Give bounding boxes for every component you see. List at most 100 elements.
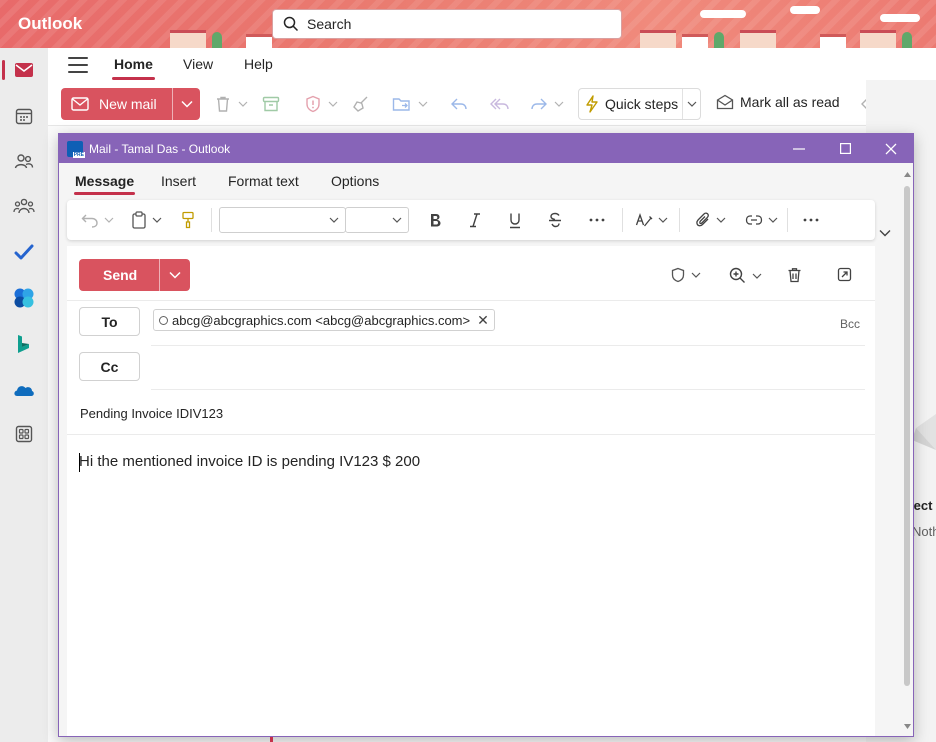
send-label: Send — [103, 267, 138, 283]
lightning-icon — [586, 95, 598, 113]
scrollbar-thumb[interactable] — [904, 186, 910, 686]
new-mail-button[interactable]: New mail — [61, 88, 200, 120]
more-apps-icon — [15, 425, 33, 443]
archive-button[interactable] — [262, 94, 280, 114]
nav-tabs: Home View Help — [48, 48, 936, 82]
undo-button[interactable] — [81, 210, 114, 230]
discard-button[interactable] — [787, 267, 802, 283]
sweep-button[interactable] — [352, 94, 370, 114]
presence-icon — [159, 315, 168, 325]
font-family-select[interactable] — [219, 207, 346, 233]
pop-out-icon — [837, 267, 852, 282]
tab-insert[interactable]: Insert — [161, 173, 196, 189]
more-format-button[interactable] — [589, 210, 605, 230]
message-body[interactable]: Hi the mentioned invoice ID is pending I… — [79, 453, 420, 470]
send-button[interactable]: Send — [79, 259, 190, 291]
to-button[interactable]: To — [79, 307, 140, 336]
underline-button[interactable] — [508, 210, 522, 230]
recipient-chip[interactable]: abcg@abcgraphics.com <abcg@abcgraphics.c… — [153, 309, 495, 331]
move-to-button[interactable] — [392, 94, 428, 114]
divider — [67, 434, 875, 435]
cc-button[interactable]: Cc — [79, 352, 140, 381]
maximize-button[interactable] — [822, 134, 868, 163]
rail-office[interactable] — [0, 276, 48, 320]
rail-groups[interactable] — [0, 184, 48, 228]
format-painter-button[interactable] — [181, 210, 195, 230]
toolbar-separator — [787, 208, 788, 232]
tab-home[interactable]: Home — [112, 56, 155, 80]
pop-out-button[interactable] — [837, 267, 852, 282]
paintbrush-icon — [182, 211, 194, 229]
editor-button[interactable] — [635, 210, 668, 230]
rail-people[interactable] — [0, 139, 48, 183]
compose-scrollbar[interactable] — [901, 168, 913, 734]
bookings-icon — [18, 335, 29, 353]
report-button[interactable] — [304, 94, 338, 114]
chevron-down-icon — [328, 101, 338, 107]
forward-icon — [531, 98, 547, 110]
mark-all-read-button[interactable]: Mark all as read — [716, 94, 840, 110]
zoom-button[interactable] — [729, 267, 762, 284]
search-box[interactable]: Search — [272, 9, 622, 39]
reply-all-button[interactable] — [490, 94, 510, 114]
rail-calendar[interactable] — [0, 94, 48, 138]
close-button[interactable] — [868, 134, 914, 163]
strikethrough-icon — [549, 212, 561, 228]
paste-button[interactable] — [131, 210, 162, 230]
house-decoration — [860, 30, 896, 48]
italic-button[interactable] — [468, 210, 482, 230]
rail-todo[interactable] — [0, 230, 48, 274]
trash-icon — [788, 268, 801, 283]
sensitivity-button[interactable] — [671, 267, 701, 283]
bcc-button[interactable]: Bcc — [840, 317, 860, 331]
quick-steps-button[interactable]: Quick steps — [578, 88, 701, 120]
reply-button[interactable] — [450, 94, 468, 114]
more-options-button[interactable] — [803, 210, 819, 230]
shield-icon — [671, 267, 685, 283]
rail-mail[interactable] — [0, 48, 48, 92]
mark-all-read-label: Mark all as read — [740, 94, 840, 110]
font-size-select[interactable] — [345, 207, 409, 233]
link-button[interactable] — [745, 210, 778, 230]
cloud-decoration — [880, 14, 920, 22]
subject-field[interactable]: Pending Invoice IDIV123 — [80, 406, 223, 421]
rail-onedrive[interactable] — [0, 368, 48, 412]
forward-button[interactable] — [530, 94, 564, 114]
quick-steps-dropdown[interactable] — [682, 89, 700, 119]
ribbon-expand-button[interactable] — [879, 224, 891, 242]
underline-icon — [510, 213, 520, 228]
compose-tabs: Message Insert Format text Options — [59, 163, 875, 197]
rail-bookings[interactable] — [0, 322, 48, 366]
bold-button[interactable] — [428, 210, 442, 230]
chevron-down-icon — [104, 217, 114, 223]
folder-move-icon — [392, 98, 410, 111]
recipient-address: abcg@abcgraphics.com <abcg@abcgraphics.c… — [172, 312, 471, 328]
clipboard-icon — [132, 211, 146, 229]
text-caret — [79, 453, 80, 472]
chevron-down-icon — [169, 271, 181, 279]
send-dropdown[interactable] — [159, 259, 190, 291]
minimize-button[interactable] — [776, 134, 822, 163]
rail-more-apps[interactable] — [0, 412, 48, 456]
tab-message[interactable]: Message — [73, 173, 136, 195]
tab-options[interactable]: Options — [331, 173, 379, 189]
delete-button[interactable] — [214, 94, 248, 114]
format-toolbar — [67, 200, 875, 240]
bold-icon — [431, 214, 441, 227]
compose-form: Send To abcg@abcgraphics.com <abcg@abcgr… — [67, 246, 875, 736]
ellipsis-icon — [803, 218, 819, 222]
tab-help[interactable]: Help — [244, 56, 273, 72]
archive-icon — [262, 96, 280, 112]
tab-view[interactable]: View — [183, 56, 213, 72]
reply-all-icon — [490, 98, 509, 110]
house-decoration — [820, 34, 846, 48]
tab-format-text[interactable]: Format text — [228, 173, 299, 189]
remove-recipient-icon[interactable]: ✕ — [477, 312, 489, 329]
hamburger-menu-icon[interactable] — [68, 57, 88, 73]
house-decoration — [170, 30, 206, 48]
divider — [67, 300, 875, 301]
attach-button[interactable] — [695, 210, 726, 230]
new-mail-dropdown[interactable] — [172, 88, 200, 120]
strikethrough-button[interactable] — [548, 210, 562, 230]
minimize-icon — [793, 147, 805, 150]
